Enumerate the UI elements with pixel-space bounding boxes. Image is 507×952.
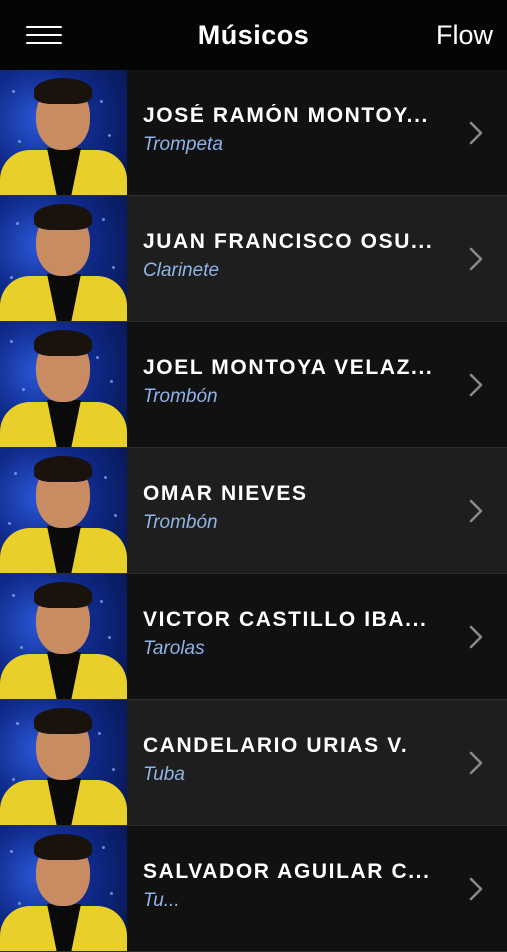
- flow-button[interactable]: Flow: [436, 20, 493, 51]
- musician-photo: [0, 70, 127, 195]
- musician-name: VICTOR CASTILLO IBA...: [143, 608, 428, 631]
- musician-name: SALVADOR AGUILAR C...: [143, 860, 431, 883]
- chevron-right-icon: [469, 751, 483, 774]
- navigation-bar: Músicos Flow: [0, 0, 507, 70]
- musician-name: JOEL MONTOYA VELAZ...: [143, 356, 434, 379]
- musician-instrument: Trompeta: [143, 134, 223, 155]
- musician-row[interactable]: JOEL MONTOYA VELAZ... Trombón: [0, 322, 507, 448]
- musician-row[interactable]: CANDELARIO URIAS V. Tuba: [0, 700, 507, 826]
- musician-photo: [0, 826, 127, 951]
- musician-instrument: Trombón: [143, 386, 218, 407]
- hamburger-menu-icon[interactable]: [26, 24, 62, 46]
- musician-photo: [0, 322, 127, 447]
- chevron-right-icon: [469, 247, 483, 270]
- chevron-right-icon: [469, 499, 483, 522]
- musician-instrument: Tarolas: [143, 638, 205, 659]
- musician-instrument: Tu...: [143, 890, 180, 911]
- musician-row[interactable]: JUAN FRANCISCO OSU... Clarinete: [0, 196, 507, 322]
- chevron-right-icon: [469, 625, 483, 648]
- musician-instrument: Clarinete: [143, 260, 220, 281]
- musician-instrument: Trombón: [143, 512, 218, 533]
- musician-row[interactable]: JOSÉ RAMÓN MONTOY... Trompeta: [0, 70, 507, 196]
- musician-row[interactable]: OMAR NIEVES Trombón: [0, 448, 507, 574]
- musician-name: OMAR NIEVES: [143, 482, 308, 505]
- musician-row[interactable]: VICTOR CASTILLO IBA... Tarolas: [0, 574, 507, 700]
- musician-photo: [0, 700, 127, 825]
- chevron-right-icon: [469, 121, 483, 144]
- musician-photo: [0, 574, 127, 699]
- musician-name: CANDELARIO URIAS V.: [143, 734, 409, 757]
- musicians-list: JOSÉ RAMÓN MONTOY... Trompeta JUAN FRANC…: [0, 70, 507, 952]
- chevron-right-icon: [469, 877, 483, 900]
- musician-photo: [0, 196, 127, 321]
- musician-photo: [0, 448, 127, 573]
- musician-name: JOSÉ RAMÓN MONTOY...: [143, 104, 429, 127]
- chevron-right-icon: [469, 373, 483, 396]
- page-title: Músicos: [197, 20, 310, 50]
- musician-instrument: Tuba: [143, 764, 185, 785]
- musician-name: JUAN FRANCISCO OSU...: [143, 230, 434, 253]
- musician-row[interactable]: SALVADOR AGUILAR C... Tu...: [0, 826, 507, 952]
